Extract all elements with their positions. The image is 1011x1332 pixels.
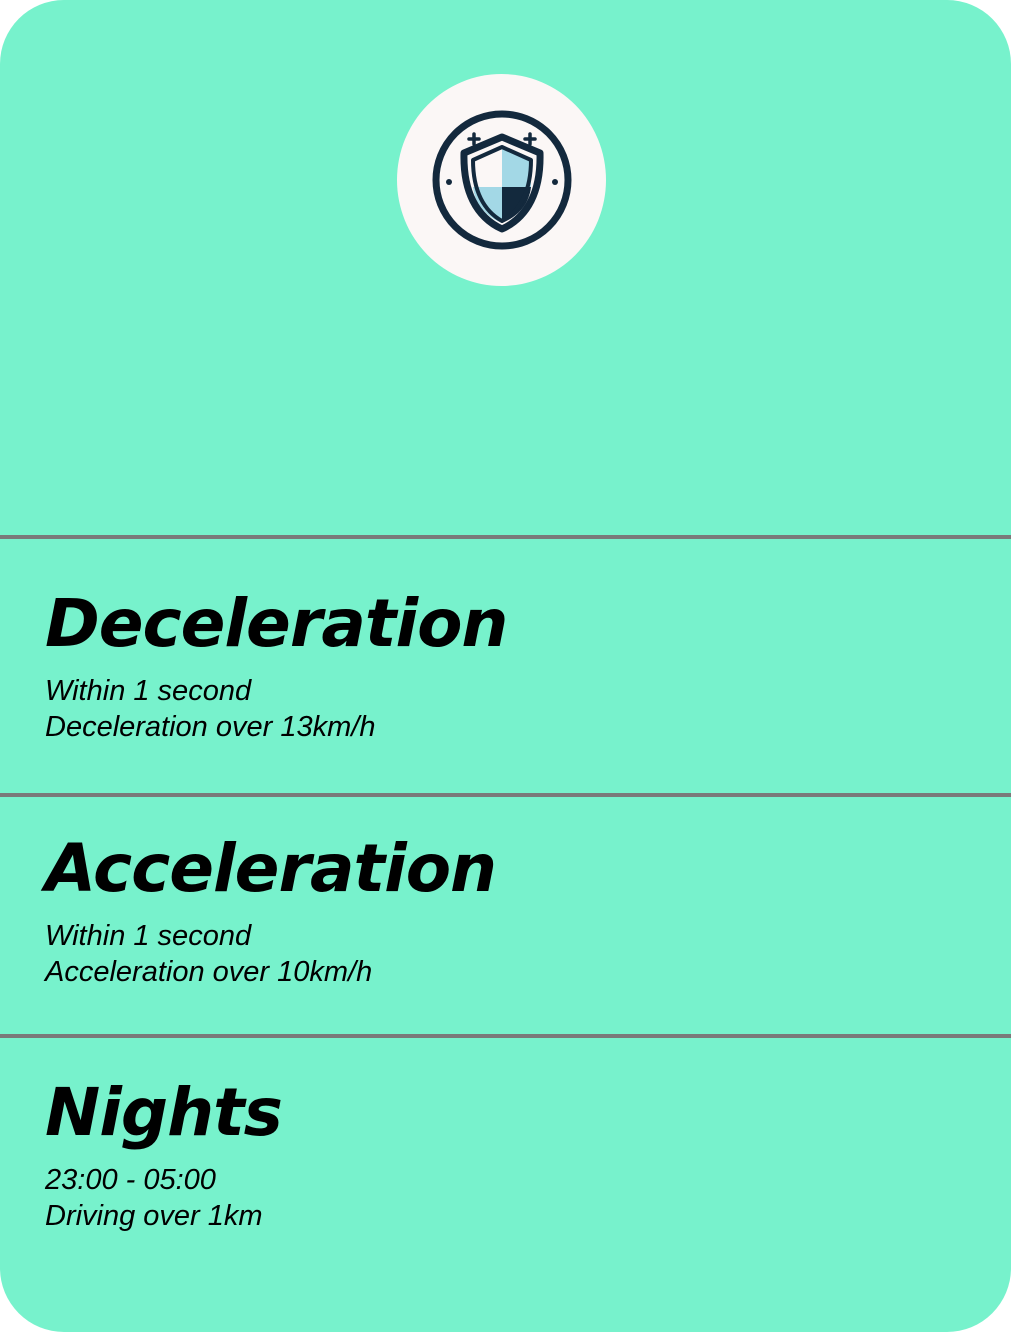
section-line: 23:00 - 05:00: [45, 1164, 216, 1196]
section-line: Driving over 1km: [45, 1200, 263, 1232]
section-line: Deceleration over 13km/h: [45, 711, 376, 743]
section-title: Acceleration: [45, 830, 497, 907]
section-deceleration: Deceleration Within 1 second Deceleratio…: [45, 587, 965, 745]
section-description: Within 1 second Acceleration over 10km/h: [45, 918, 965, 990]
shield-icon: [432, 110, 571, 250]
divider: [0, 535, 1011, 539]
section-line: Within 1 second: [45, 920, 252, 952]
section-acceleration: Acceleration Within 1 second Acceleratio…: [45, 832, 965, 990]
section-title: Nights: [45, 1074, 283, 1151]
section-description: 23:00 - 05:00 Driving over 1km: [45, 1162, 965, 1234]
section-nights: Nights 23:00 - 05:00 Driving over 1km: [45, 1076, 965, 1234]
divider: [0, 793, 1011, 797]
shield-badge: [397, 74, 606, 286]
section-line: Within 1 second: [45, 675, 252, 707]
section-line: Acceleration over 10km/h: [45, 956, 373, 988]
section-title: Deceleration: [45, 585, 508, 662]
divider: [0, 1034, 1011, 1038]
criteria-card: Deceleration Within 1 second Deceleratio…: [0, 0, 1011, 1332]
section-description: Within 1 second Deceleration over 13km/h: [45, 673, 965, 745]
